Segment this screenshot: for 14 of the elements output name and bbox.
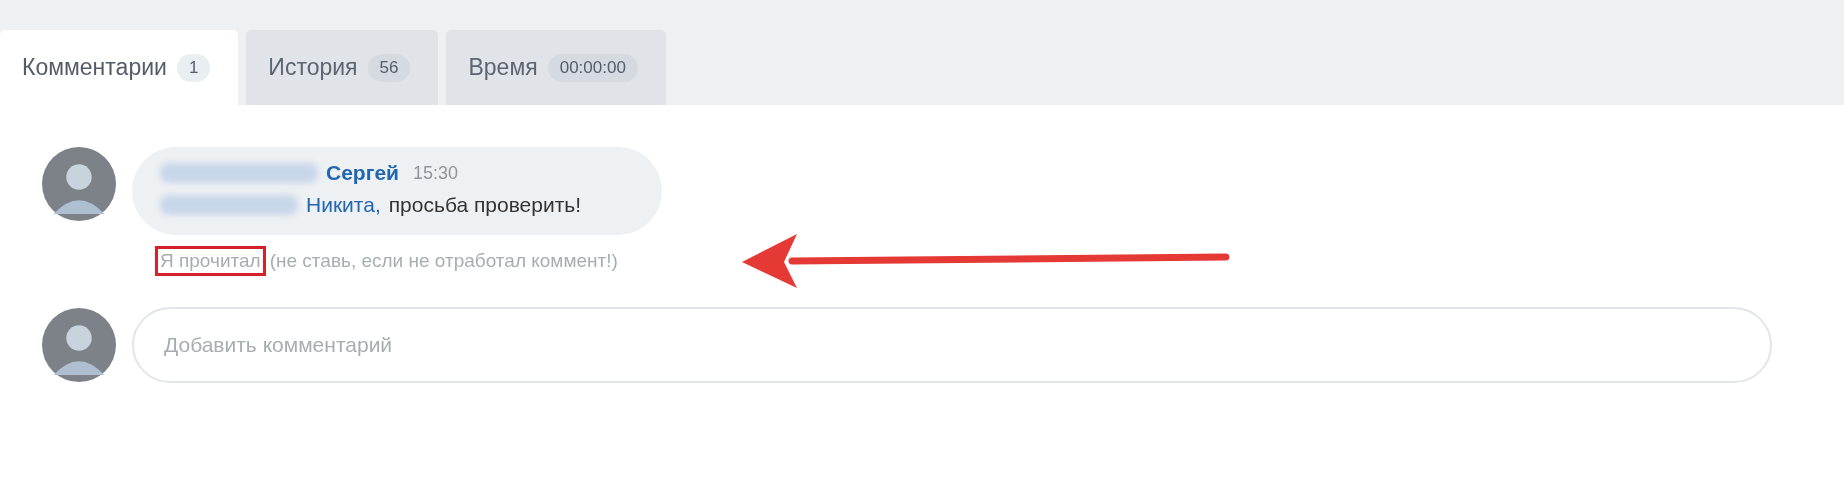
- comment-text: просьба проверить!: [388, 193, 582, 217]
- comment-input[interactable]: Добавить комментарий: [132, 307, 1772, 383]
- avatar-icon: [42, 308, 116, 382]
- count-badge: 00:00:00: [547, 53, 638, 82]
- count-badge: 1: [176, 53, 211, 82]
- read-note: (не ставь, если не отработал коммент!): [269, 250, 618, 272]
- tab[interactable]: Комментарии 1: [0, 30, 239, 105]
- tab[interactable]: История 56: [246, 30, 439, 105]
- author-name[interactable]: Сергей: [326, 161, 399, 185]
- avatar-icon: [42, 147, 116, 221]
- comment-time: 15:30: [413, 162, 459, 184]
- mention-link[interactable]: Никита,: [306, 193, 381, 217]
- count-badge: 56: [367, 53, 411, 82]
- tab[interactable]: Время 00:00:00: [446, 30, 666, 105]
